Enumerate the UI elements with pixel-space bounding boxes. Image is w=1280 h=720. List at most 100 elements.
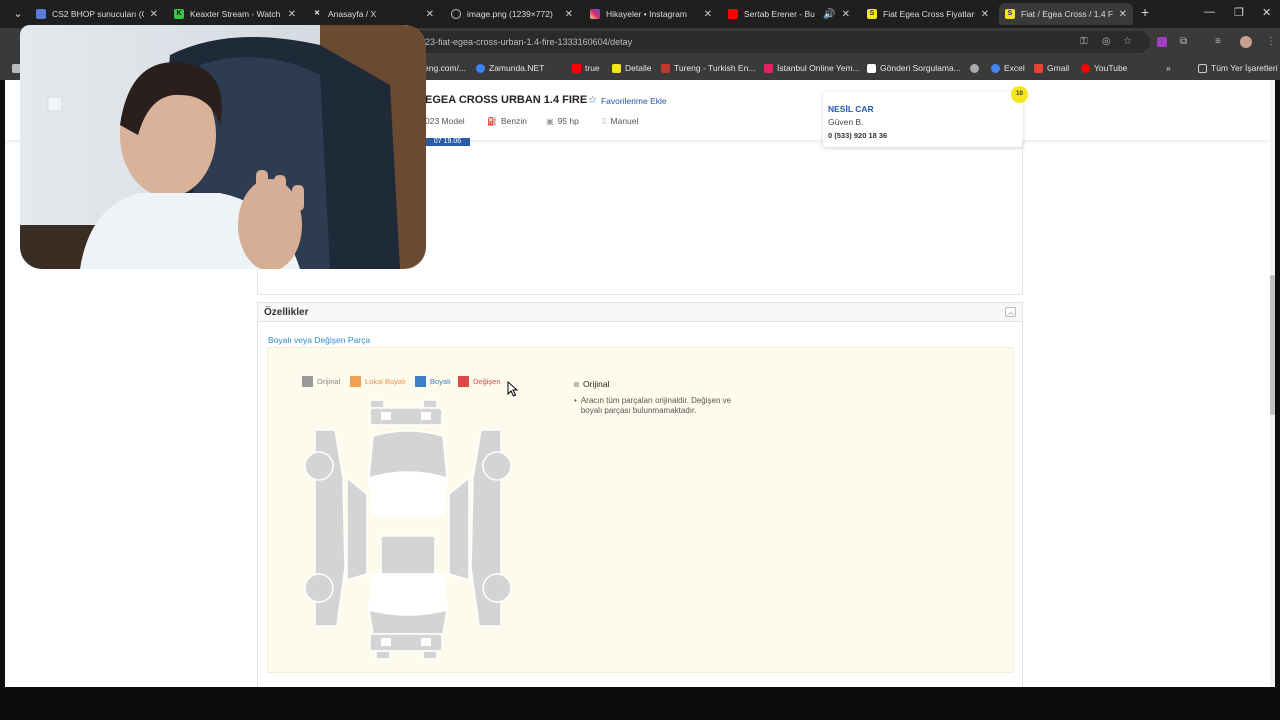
menu-icon[interactable]: ⋮	[1266, 36, 1276, 47]
tab-close-icon[interactable]: ✕	[981, 9, 989, 20]
painted-parts-title: Boyalı veya Değişen Parça	[268, 335, 371, 345]
bookmark-detalle[interactable]: Detalle	[612, 61, 651, 75]
headlight-right	[421, 412, 431, 420]
seller-name[interactable]: NESİL CAR	[828, 104, 1018, 114]
extension-icon[interactable]	[1157, 37, 1167, 47]
more-bookmarks-icon[interactable]: »	[1166, 61, 1171, 75]
legend-swatch	[415, 376, 426, 387]
tab-youtube-sertab[interactable]: Sertab Erener - Bu Bö... 🔊 ✕	[722, 3, 856, 25]
bookmark-label: eng.com/...	[424, 63, 467, 73]
tab-title: Anasayfa / X	[328, 9, 377, 19]
bookmark-zamunda[interactable]: Zamunda.NET	[476, 61, 544, 75]
bookmark-label: İstanbul Online Yem...	[777, 63, 860, 73]
rear-bumper-left[interactable]	[375, 650, 391, 660]
tab-close-icon[interactable]: ✕	[1119, 9, 1127, 20]
tab-title: Hikayeler • Instagram	[606, 9, 687, 19]
scrollbar-thumb[interactable]	[1270, 275, 1275, 415]
front-bumper[interactable]	[369, 407, 443, 426]
tab-close-icon[interactable]: ✕	[150, 9, 158, 20]
front-bumper-left[interactable]	[369, 399, 385, 409]
tab-close-icon[interactable]: ✕	[842, 9, 850, 20]
tab-x-home[interactable]: ✕ Anasayfa / X ✕	[306, 3, 440, 25]
tab-instagram[interactable]: Hikayeler • Instagram ✕	[584, 3, 718, 25]
tab-bar: ⌄ CS2 BHOP sunucuları (CS... ✕ K Keaxter…	[0, 0, 1280, 28]
bookmark-globe[interactable]	[970, 61, 979, 75]
status-heading: Orijinal	[574, 379, 609, 389]
tab-egea-listing[interactable]: S Fiat / Egea Cross / 1.4 Fir... ✕	[999, 3, 1133, 25]
bookmark-label: Tüm Yer İşaretleri	[1211, 63, 1278, 73]
close-window-icon[interactable]: ✕	[1262, 6, 1271, 19]
bookmark-label: Gmail	[1047, 63, 1070, 73]
webcam-overlay	[20, 25, 426, 269]
tab-keaxter[interactable]: K Keaxter Stream - Watch L... ✕	[168, 3, 302, 25]
status-description: • Aracın tüm parçaları orijinaldir. Deği…	[574, 396, 754, 416]
features-section: Özellikler ︿ Boyalı veya Değişen Parça O…	[257, 302, 1023, 687]
bookmark-yemeksepeti[interactable]: İstanbul Online Yem...	[764, 61, 860, 75]
car-diagram	[304, 399, 512, 660]
mouse-cursor-icon	[507, 381, 519, 397]
fuel-icon: ⛽	[487, 116, 497, 126]
tab-egea-prices[interactable]: S Fiat Egea Cross Fiyatları &... ✕	[861, 3, 995, 25]
legend-painted: Boyalı	[415, 376, 451, 387]
gmail-icon	[1034, 63, 1043, 73]
tab-title: image.png (1239×772)	[467, 9, 553, 19]
bookmark-excel[interactable]: Excel	[991, 61, 1025, 75]
tab-search-icon[interactable]: ⌄	[10, 6, 26, 22]
star-icon: ☆	[588, 95, 597, 106]
rear-window	[368, 573, 448, 616]
bookmark-true[interactable]: true	[572, 61, 600, 75]
media-icon[interactable]: ≡	[1215, 36, 1221, 47]
tab-title: Sertab Erener - Bu Bö...	[744, 9, 817, 19]
taillight-left	[381, 638, 391, 646]
speaker-icon[interactable]: 🔊	[823, 9, 835, 20]
globe-icon	[970, 63, 979, 73]
rear-bumper[interactable]	[369, 633, 443, 652]
zamunda-icon	[476, 63, 485, 73]
legend-label: Orijinal	[317, 377, 341, 386]
front-bumper-right[interactable]	[422, 399, 438, 409]
puzzle-icon[interactable]: ⧉	[1180, 36, 1187, 47]
tab-close-icon[interactable]: ✕	[565, 9, 573, 20]
bookmark-label: true	[585, 63, 600, 73]
yemeksepeti-icon	[764, 63, 773, 73]
favorite-label: Favorilerime Ekle	[600, 95, 667, 106]
tab-favicon-icon: K	[174, 9, 184, 19]
all-bookmarks[interactable]: Tüm Yer İşaretleri	[1198, 61, 1278, 75]
roof[interactable]	[380, 535, 436, 575]
star-icon[interactable]: ☆	[1123, 36, 1132, 47]
bookmark-eng[interactable]: eng.com/...	[424, 61, 466, 75]
tab-image-png[interactable]: image.png (1239×772) ✕	[445, 3, 579, 25]
legend-replaced: Değişen	[458, 376, 501, 387]
gearbox-icon: ⁞⁞	[602, 116, 607, 126]
spec-transmission: ⁞⁞ Manuel	[602, 116, 638, 126]
add-favorite-link[interactable]: ☆ Favorilerime Ekle	[588, 95, 667, 106]
bookmark-gonderi[interactable]: Gönderi Sorgulama...	[867, 61, 961, 75]
new-tab-button[interactable]: +	[1141, 4, 1149, 20]
right-doors[interactable]	[448, 476, 470, 582]
rear-bumper-right[interactable]	[422, 650, 438, 660]
status-title: Orijinal	[583, 379, 610, 389]
status-text: Aracın tüm parçaları orijinaldir. Değişe…	[580, 396, 732, 415]
page-scrollbar[interactable]	[1270, 80, 1275, 687]
seller-phone: 0 (533) 920 18 36	[828, 131, 888, 140]
tab-cs2-bhop[interactable]: CS2 BHOP sunucuları (CS... ✕	[30, 3, 164, 25]
rear-right-wheel	[482, 573, 512, 603]
bookmark-gmail[interactable]: Gmail	[1034, 61, 1069, 75]
spec-transmission-text: Manuel	[610, 116, 639, 126]
key-icon[interactable]: ⚿	[1080, 36, 1088, 47]
collapse-button[interactable]: ︿	[1005, 307, 1016, 317]
tab-close-icon[interactable]: ✕	[288, 9, 296, 20]
left-doors[interactable]	[346, 476, 368, 582]
eye-off-icon[interactable]: ◎	[1102, 36, 1111, 47]
tab-title: Fiat / Egea Cross / 1.4 Fir...	[1021, 9, 1113, 19]
bookmark-youtube[interactable]: YouTube	[1081, 61, 1127, 75]
hood[interactable]	[368, 430, 448, 479]
bookmark-tureng[interactable]: Tureng - Turkish En...	[661, 61, 755, 75]
tab-close-icon[interactable]: ✕	[704, 9, 712, 20]
avatar[interactable]	[1240, 36, 1252, 48]
restore-icon[interactable]: ❐	[1234, 6, 1244, 19]
spec-power-text: 95 hp	[557, 116, 579, 126]
legend-swatch	[458, 376, 469, 387]
tab-close-icon[interactable]: ✕	[426, 9, 434, 20]
minimize-icon[interactable]: —	[1204, 6, 1215, 18]
